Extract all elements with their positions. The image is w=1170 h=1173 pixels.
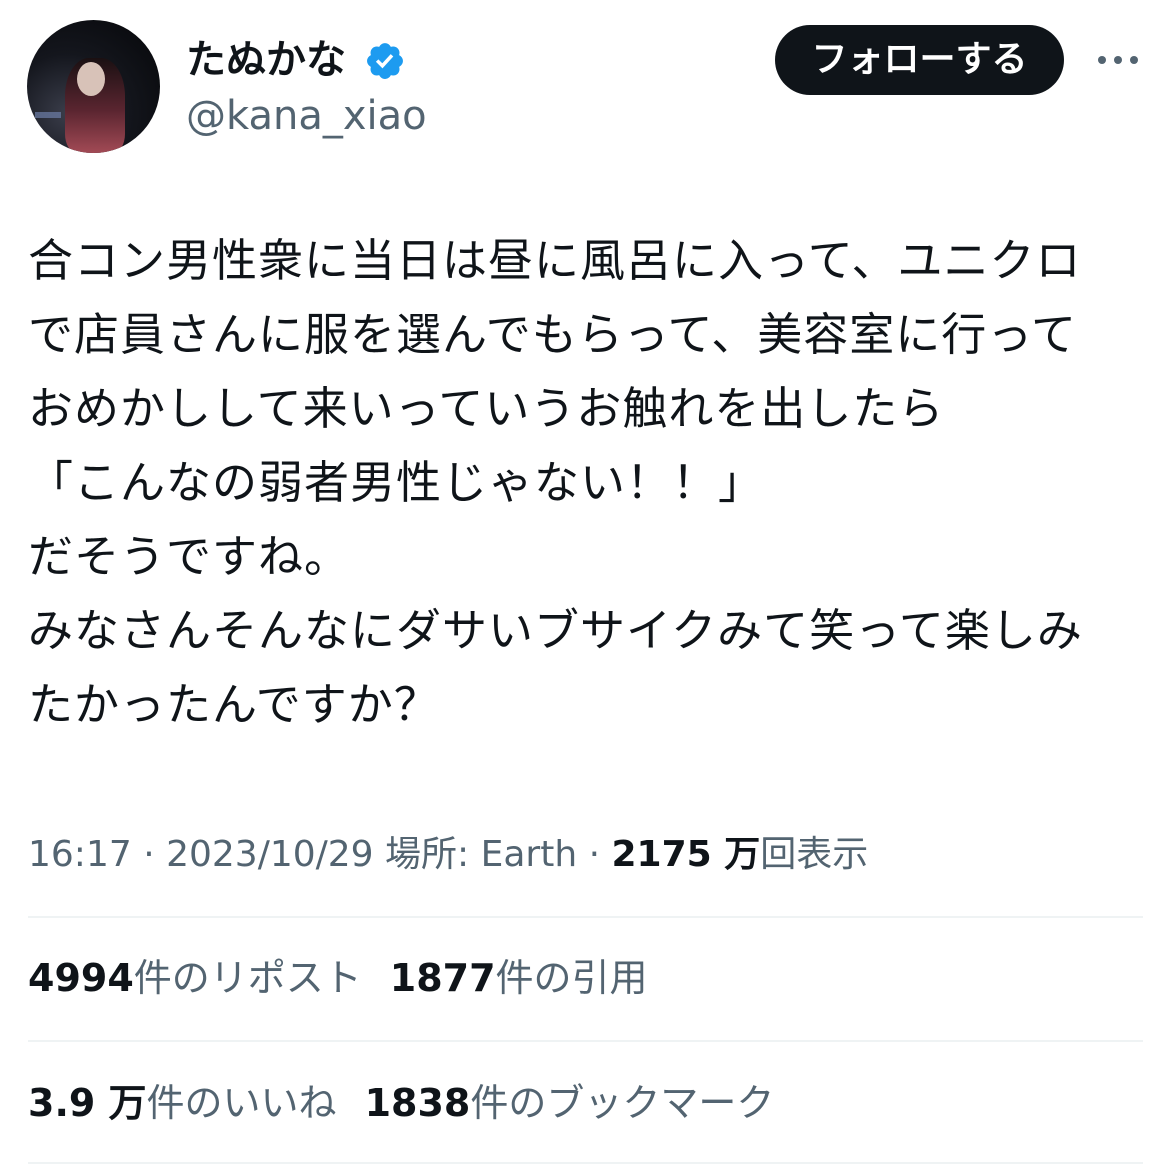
views-label: 回表示 [760, 834, 869, 875]
meta-separator: · [131, 834, 167, 875]
tweet-location: 場所: Earth [373, 834, 578, 875]
quotes-count: 1877 [389, 956, 496, 1000]
avatar-face [77, 62, 105, 96]
avatar[interactable] [27, 20, 160, 153]
avatar-background-light [35, 112, 61, 118]
bookmarks-count: 1838 [364, 1081, 471, 1125]
quotes-label: 件の引用 [495, 956, 648, 1000]
reposts-count: 4994 [28, 956, 134, 1000]
divider [28, 1040, 1143, 1042]
views-count: 2175 万 [611, 834, 761, 875]
reposts-label: 件のリポスト [133, 956, 362, 1000]
divider [28, 916, 1143, 918]
tweet-date[interactable]: 2023/10/29 [166, 834, 374, 875]
more-dots-icon[interactable] [1096, 50, 1140, 70]
author-handle[interactable]: @kana_xiao [186, 92, 427, 140]
tweet-time[interactable]: 16:17 [28, 834, 132, 875]
stats-row-reposts-quotes: 4994件のリポスト 1877件の引用 [28, 950, 676, 1006]
likes-label: 件のいいね [146, 1081, 337, 1125]
verified-badge-icon [367, 43, 403, 79]
author-display-name[interactable]: たぬかな [186, 36, 346, 84]
reposts-stat[interactable]: 4994件のリポスト [28, 950, 362, 1006]
follow-button[interactable]: フォローする [775, 25, 1064, 95]
likes-count: 3.9 万 [28, 1081, 147, 1125]
meta-separator: · [577, 834, 612, 875]
stats-row-likes-bookmarks: 3.9 万件のいいね 1838件のブックマーク [28, 1075, 802, 1131]
tweet-text: 合コン男性衆に当日は昼に風呂に入って、ユニクロ で店員さんに服を選んでもらって、… [28, 234, 1083, 731]
tweet-meta: 16:17 · 2023/10/29 場所: Earth · 2175 万回表示 [28, 830, 868, 880]
likes-stat[interactable]: 3.9 万件のいいね [28, 1075, 337, 1131]
bookmarks-stat[interactable]: 1838件のブックマーク [365, 1075, 775, 1131]
divider [28, 1162, 1143, 1164]
bookmarks-label: 件のブックマーク [470, 1081, 775, 1125]
quotes-stat[interactable]: 1877件の引用 [390, 950, 648, 1006]
